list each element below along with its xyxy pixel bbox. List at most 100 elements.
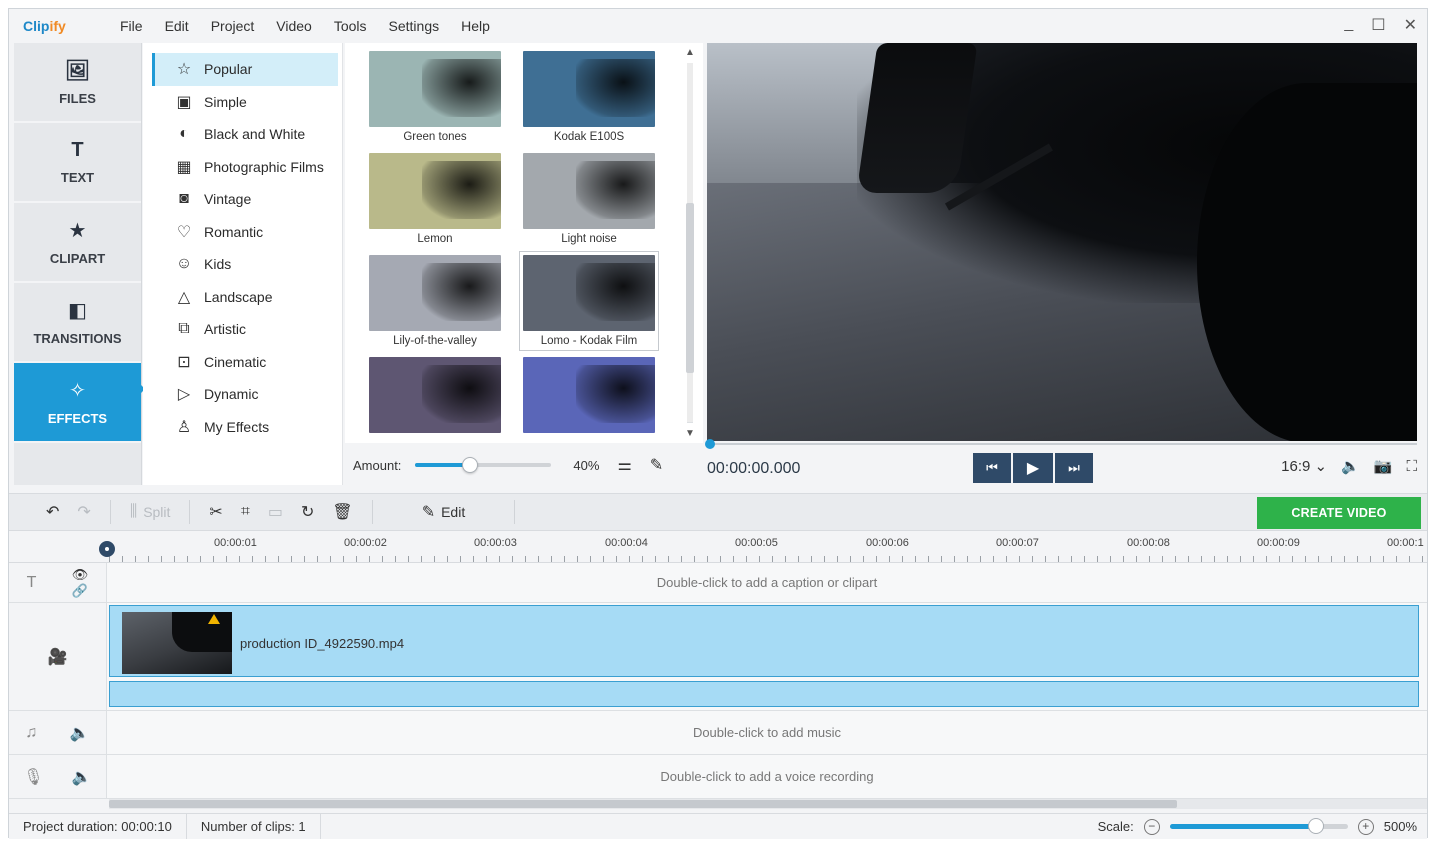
category-my-effects[interactable]: ♙ My Effects [152,411,338,444]
toolbar-divider [371,500,373,524]
timeline-ruler[interactable]: 00:00:01 00:00:02 00:00:03 00:00:04 00:0… [9,531,1427,563]
split-button[interactable]: ⫼ Split [121,503,180,521]
cinematic-icon: ⊡ [177,353,191,371]
amount-slider[interactable] [415,457,552,473]
menu-settings[interactable]: Settings [378,18,451,34]
category-cinematic[interactable]: ⊡ Cinematic [152,346,338,379]
category-vintage[interactable]: ◙ Vintage [152,183,338,216]
kids-icon: ☺ [175,255,193,273]
category-black-and-white[interactable]: ◐ Black and White [152,118,338,151]
player-right-controls: 16:9 ⌄ 🔈 📷 ⛶ [1281,457,1417,476]
video-track: 🎥 production ID_4922590.mp4 [9,603,1427,711]
menu-edit[interactable]: Edit [154,18,200,34]
aspect-ratio-select[interactable]: 16:9 ⌄ [1281,457,1327,475]
effect-thumb[interactable]: Lily-of-the-valley [369,255,501,347]
zoom-out-icon[interactable]: − [1143,818,1160,835]
tab-text[interactable]: T TEXT [14,123,141,203]
effect-preview [369,255,501,331]
camera-icon: ◙ [179,190,189,208]
star-icon: ★ [68,220,87,242]
artistic-icon: ⧉ [178,320,190,338]
transitions-icon: ◧ [68,300,87,322]
effect-thumb[interactable]: Light noise [523,153,655,245]
fullscreen-icon[interactable]: ⛶ [1406,458,1417,475]
category-popular[interactable]: ☆ Popular [152,53,338,86]
timeline-scrollbar[interactable] [109,799,1427,809]
ruler-label: 00:00:05 [735,537,778,549]
frame-icon[interactable]: ▭ [259,502,292,522]
scale-slider[interactable] [1169,818,1348,834]
caption-hint[interactable]: Double-click to add a caption or clipart [107,563,1427,602]
previous-button[interactable]: ⏮ [973,453,1011,483]
trash-icon[interactable]: 🗑 [323,502,361,522]
music-note-icon: ♫ [25,723,38,741]
voice-hint[interactable]: Double-click to add a voice recording [107,755,1427,798]
music-hint[interactable]: Double-click to add music [107,711,1427,754]
scale-slider-handle[interactable] [1307,818,1324,834]
chevron-up-icon[interactable]: ▲ [685,47,695,58]
category-dynamic[interactable]: ▷ Dynamic [152,378,338,411]
menu-tools[interactable]: Tools [323,18,378,34]
menu-project[interactable]: Project [200,18,266,34]
menu-video[interactable]: Video [265,18,323,34]
snapshot-camera-icon[interactable]: 📷 [1374,457,1393,475]
edit-button[interactable]: ✎ Edit [413,502,475,522]
effect-thumb[interactable] [369,357,501,437]
tab-effects[interactable]: ✧ EFFECTS [14,363,141,443]
timeline-playhead[interactable] [99,541,115,557]
ruler-label: 00:00:09 [1257,537,1300,549]
eye-icon[interactable]: 👁 [72,567,89,583]
category-photographic-films[interactable]: ▦ Photographic Films [152,151,338,184]
clip-name: production ID_4922590.mp4 [240,636,405,651]
apply-brush-icon[interactable]: ✎ [650,455,663,475]
playback-progress-track[interactable] [713,443,1417,445]
playback-progress-handle[interactable] [705,439,715,449]
next-button[interactable]: ⏭ [1055,453,1093,483]
effect-thumb[interactable]: Kodak E100S [523,51,655,143]
window-controls: _ ☐ ✕ [1344,15,1417,35]
volume-icon[interactable]: 🔈 [1341,457,1360,475]
minimize-icon[interactable]: _ [1344,15,1353,35]
adjust-settings-icon[interactable]: ⚌ [617,455,631,475]
tab-transitions[interactable]: ◧ TRANSITIONS [14,283,141,363]
user-icon: ♙ [176,418,192,436]
amount-slider-handle[interactable] [461,457,478,473]
category-kids[interactable]: ☺ Kids [152,248,338,281]
maximize-icon[interactable]: ☐ [1371,15,1385,35]
speaker-icon[interactable]: 🔈 [72,767,92,787]
ruler-label: 00:00:06 [866,537,909,549]
effect-thumb[interactable] [523,357,655,437]
crop-icon[interactable]: ⌗ [232,503,259,521]
clip-audio-bar[interactable] [109,681,1419,707]
effects-scrollbar[interactable]: ▲ ▼ [679,43,701,443]
close-icon[interactable]: ✕ [1404,15,1417,35]
video-clip[interactable]: production ID_4922590.mp4 [109,605,1419,677]
zoom-in-icon[interactable]: + [1357,818,1374,835]
category-simple[interactable]: ▣ Simple [152,86,338,119]
tab-clipart[interactable]: ★ CLIPART [14,203,141,283]
timeline-toolbar: ↶ ↷ ⫼ Split ✂ ⌗ ▭ ↻ 🗑 ✎ Edit CREATE VIDEO [9,493,1427,531]
effect-thumb[interactable]: Lemon [369,153,501,245]
link-icon[interactable]: 🔗 [72,583,89,599]
rotate-icon[interactable]: ↻ [292,502,323,522]
speaker-icon[interactable]: 🔈 [70,723,90,743]
category-romantic[interactable]: ♡ Romantic [152,216,338,249]
video-preview[interactable] [707,43,1417,441]
redo-icon[interactable]: ↷ [68,502,99,522]
cut-icon[interactable]: ✂ [200,502,231,522]
undo-icon[interactable]: ↶ [37,502,68,522]
category-landscape[interactable]: △ Landscape [152,281,338,314]
scroll-thumb[interactable] [686,203,694,373]
timeline-scroll-thumb[interactable] [109,800,1177,808]
create-video-button[interactable]: CREATE VIDEO [1257,497,1421,529]
scale-label: Scale: [1097,819,1134,834]
star-outline-icon: ☆ [176,61,192,79]
effect-thumb[interactable]: Green tones [369,51,501,143]
menu-file[interactable]: File [109,18,154,34]
category-artistic[interactable]: ⧉ Artistic [152,313,338,346]
effect-thumb-selected[interactable]: Lomo - Kodak Film [519,251,659,351]
menu-help[interactable]: Help [450,18,501,34]
tab-files[interactable]: 🖼 FILES [14,43,141,123]
play-button[interactable]: ▶ [1013,453,1053,483]
chevron-down-icon[interactable]: ▼ [685,428,695,439]
